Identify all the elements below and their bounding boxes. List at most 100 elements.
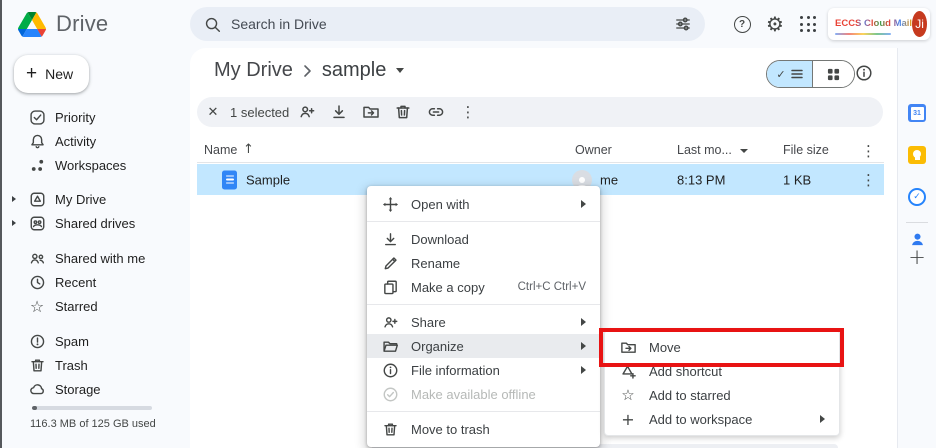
sidebar-item-label: Recent [55, 275, 96, 290]
storage-usage-text: 116.3 MB of 125 GB used [30, 418, 156, 430]
breadcrumb-current[interactable]: sample [322, 59, 386, 82]
selection-toolbar: ✕ 1 selected ⋮ [197, 97, 883, 127]
sidebar-item-my-drive[interactable]: My Drive [0, 187, 186, 211]
clear-selection-button[interactable]: ✕ [201, 100, 225, 124]
person-add-icon [381, 313, 399, 331]
menu-item-label: Add to workspace [649, 412, 752, 427]
column-header-size[interactable]: File size [783, 143, 829, 157]
file-size: 1 KB [783, 172, 811, 187]
menu-item-label: File information [411, 363, 500, 378]
account-badge[interactable]: ECCS Cloud Mail Ji [828, 8, 930, 40]
help-icon: ? [734, 16, 751, 33]
details-button[interactable] [855, 64, 873, 87]
breadcrumb-root[interactable]: My Drive [214, 59, 293, 82]
sidebar-item-spam[interactable]: Spam [0, 329, 186, 353]
selected-count: 1 selected [230, 105, 289, 120]
submenu-item-add-shortcut[interactable]: Add shortcut [605, 359, 839, 383]
download-button[interactable] [327, 100, 351, 124]
search-bar[interactable] [190, 7, 705, 41]
sidebar-item-shared-with-me[interactable]: Shared with me [0, 246, 186, 270]
folder-move-icon [362, 103, 380, 121]
menu-item-open-with[interactable]: Open with [367, 192, 600, 216]
search-input[interactable] [231, 16, 665, 32]
open-with-icon [381, 195, 399, 213]
submenu-item-add-to-starred[interactable]: ☆ Add to starred [605, 383, 839, 407]
sidebar-item-trash[interactable]: Trash [0, 353, 186, 377]
move-button[interactable] [359, 100, 383, 124]
menu-item-organize[interactable]: Organize [367, 334, 600, 358]
menu-item-rename[interactable]: Rename [367, 251, 600, 275]
menu-item-shortcut: Ctrl+C Ctrl+V [518, 281, 586, 293]
apps-grid-button[interactable] [793, 9, 823, 39]
link-icon [427, 103, 445, 121]
column-header-owner[interactable]: Owner [575, 143, 612, 157]
sidebar-item-storage[interactable]: Storage [0, 377, 186, 401]
more-actions-button[interactable]: ⋮ [456, 100, 480, 124]
grid-view-button[interactable] [813, 61, 854, 87]
submenu-arrow-icon [820, 415, 825, 423]
view-toggle: ✓ [766, 60, 855, 88]
workspaces-icon [28, 156, 46, 174]
submenu-item-move[interactable]: Move [605, 335, 839, 359]
sidebar-item-shared-drives[interactable]: Shared drives [0, 211, 186, 235]
menu-divider [367, 411, 600, 412]
get-addons-button[interactable]: + [904, 244, 930, 270]
list-view-button[interactable]: ✓ [767, 61, 813, 87]
search-options-icon[interactable] [675, 16, 691, 32]
menu-item-label: Add to starred [649, 388, 731, 403]
sidebar-item-activity[interactable]: Activity [0, 129, 186, 153]
sidebar-nav: Priority Activity Workspaces My Drive Sh… [0, 105, 186, 401]
sidebar-item-recent[interactable]: Recent [0, 270, 186, 294]
menu-item-make-available-offline: Make available offline [367, 382, 600, 406]
clock-icon [28, 273, 46, 291]
menu-divider [367, 221, 600, 222]
sidebar-item-priority[interactable]: Priority [0, 105, 186, 129]
calendar-button[interactable]: 31 [904, 100, 930, 126]
info-icon [855, 64, 873, 82]
sidebar-item-label: Spam [55, 334, 89, 349]
column-header-name[interactable]: Name [204, 143, 237, 157]
account-avatar[interactable]: Ji [912, 11, 927, 37]
menu-item-file-information[interactable]: File information [367, 358, 600, 382]
menu-item-move-to-trash[interactable]: Move to trash [367, 417, 600, 441]
expand-caret-icon[interactable] [12, 220, 16, 226]
share-button[interactable] [295, 100, 319, 124]
breadcrumb: My Drive sample [214, 59, 404, 82]
menu-item-make-a-copy[interactable]: Make a copy Ctrl+C Ctrl+V [367, 275, 600, 299]
menu-item-download[interactable]: Download [367, 227, 600, 251]
expand-caret-icon[interactable] [12, 196, 16, 202]
folder-open-icon [381, 337, 399, 355]
header-more-icon[interactable]: ⋮ [861, 142, 876, 160]
copy-icon [381, 278, 399, 296]
submenu-arrow-icon [581, 200, 586, 208]
menu-item-label: Make available offline [411, 387, 536, 402]
priority-check-icon [28, 108, 46, 126]
keep-icon [908, 146, 926, 164]
submenu-item-add-to-workspace[interactable]: + Add to workspace [605, 407, 839, 431]
trash-icon [381, 420, 399, 438]
menu-item-share[interactable]: Share [367, 310, 600, 334]
sidebar-item-label: My Drive [55, 192, 106, 207]
column-header-modified[interactable]: Last mo... [677, 143, 732, 157]
sort-ascending-icon[interactable]: ↑ [243, 142, 254, 157]
tasks-button[interactable]: ✓ [904, 184, 930, 210]
sidebar-item-starred[interactable]: ☆ Starred [0, 294, 186, 318]
chevron-down-icon[interactable] [396, 68, 404, 73]
new-button[interactable]: + New [14, 55, 89, 93]
keep-button[interactable] [904, 142, 930, 168]
sidebar-item-workspaces[interactable]: Workspaces [0, 153, 186, 177]
menu-item-label: Download [411, 232, 469, 247]
settings-button[interactable]: ⚙ [760, 9, 790, 39]
menu-item-label: Make a copy [411, 280, 485, 295]
file-modified: 8:13 PM [677, 172, 725, 187]
help-button[interactable]: ? [727, 9, 757, 39]
star-icon: ☆ [619, 386, 637, 404]
star-icon: ☆ [28, 297, 46, 315]
cloud-icon [28, 380, 46, 398]
get-link-button[interactable] [424, 100, 448, 124]
sidebar-item-label: Trash [55, 358, 88, 373]
row-more-button[interactable]: ⋮ [861, 171, 876, 189]
menu-item-label: Move to trash [411, 422, 490, 437]
more-vert-icon: ⋮ [461, 103, 476, 121]
trash-button[interactable] [391, 100, 415, 124]
